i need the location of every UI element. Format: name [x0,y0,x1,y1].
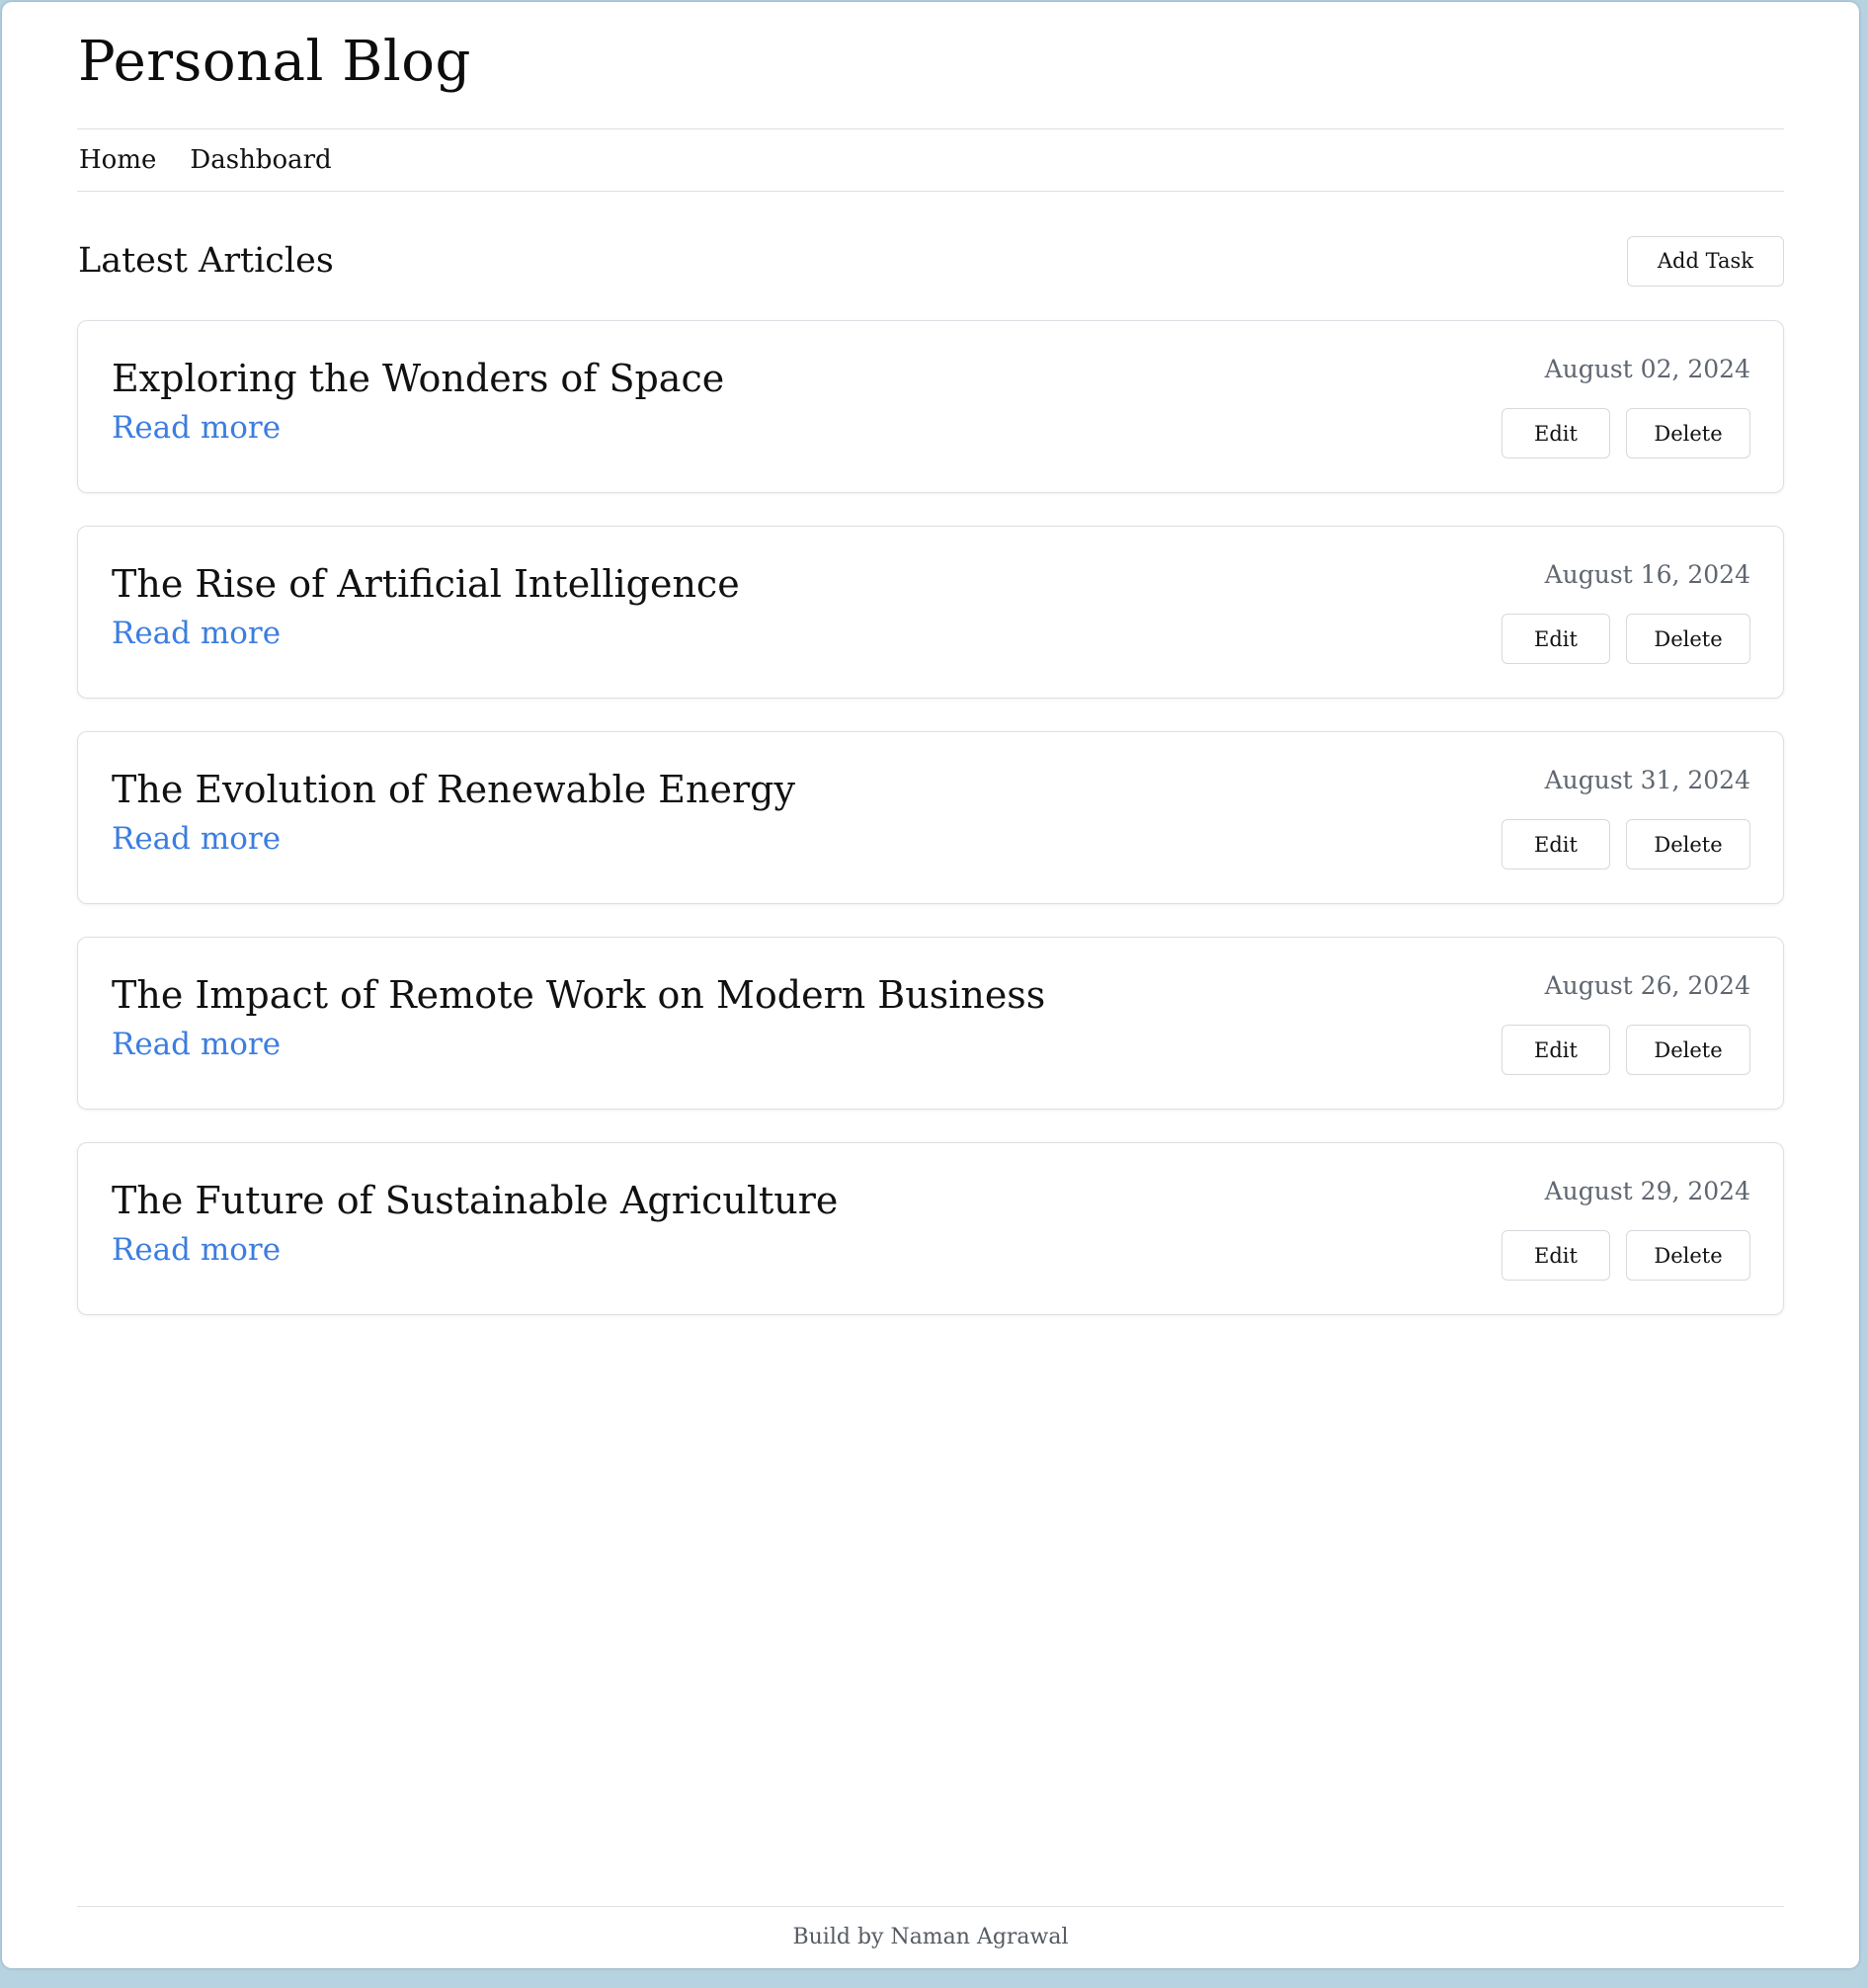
page-footer: Build by Naman Agrawal [77,1906,1784,1949]
delete-button[interactable]: Delete [1626,819,1750,870]
edit-button[interactable]: Edit [1502,614,1610,664]
read-more-link[interactable]: Read more [112,1232,281,1268]
section-title: Latest Articles [78,241,334,281]
browser-page: Personal Blog Home Dashboard Latest Arti… [2,2,1859,1968]
article-title: The Rise of Artificial Intelligence [112,562,740,606]
delete-button[interactable]: Delete [1626,408,1750,458]
articles-header: Latest Articles Add Task [77,235,1784,287]
article-title: Exploring the Wonders of Space [112,357,725,400]
footer-credit: Build by Naman Agrawal [792,1925,1069,1949]
edit-button[interactable]: Edit [1502,819,1610,870]
nav-dashboard-link[interactable]: Dashboard [190,145,331,175]
article-title: The Impact of Remote Work on Modern Busi… [112,973,1046,1017]
article-date: August 16, 2024 [1544,560,1750,589]
read-more-link[interactable]: Read more [112,821,281,857]
article-list: Exploring the Wonders of Space Read more… [77,320,1784,1315]
article-card: The Future of Sustainable Agriculture Re… [77,1142,1784,1315]
read-more-link[interactable]: Read more [112,616,281,651]
page-container: Personal Blog Home Dashboard Latest Arti… [77,2,1784,1968]
delete-button[interactable]: Delete [1626,1025,1750,1075]
article-date: August 02, 2024 [1544,355,1750,383]
article-actions: Edit Delete [1502,408,1750,458]
delete-button[interactable]: Delete [1626,1230,1750,1281]
article-title: The Future of Sustainable Agriculture [112,1179,839,1222]
article-date: August 26, 2024 [1544,971,1750,1000]
edit-button[interactable]: Edit [1502,408,1610,458]
article-card: The Impact of Remote Work on Modern Busi… [77,937,1784,1110]
article-card: The Rise of Artificial Intelligence Read… [77,526,1784,699]
nav-home-link[interactable]: Home [79,145,156,175]
article-card: Exploring the Wonders of Space Read more… [77,320,1784,493]
article-actions: Edit Delete [1502,1025,1750,1075]
article-actions: Edit Delete [1502,1230,1750,1281]
article-title: The Evolution of Renewable Energy [112,768,795,811]
read-more-link[interactable]: Read more [112,410,281,446]
article-date: August 29, 2024 [1544,1177,1750,1205]
read-more-link[interactable]: Read more [112,1027,281,1062]
article-actions: Edit Delete [1502,819,1750,870]
delete-button[interactable]: Delete [1626,614,1750,664]
edit-button[interactable]: Edit [1502,1025,1610,1075]
article-card: The Evolution of Renewable Energy Read m… [77,731,1784,904]
main-nav: Home Dashboard [77,128,1784,192]
add-task-button[interactable]: Add Task [1626,235,1784,287]
site-title: Personal Blog [78,30,471,94]
article-actions: Edit Delete [1502,614,1750,664]
edit-button[interactable]: Edit [1502,1230,1610,1281]
article-date: August 31, 2024 [1544,766,1750,794]
